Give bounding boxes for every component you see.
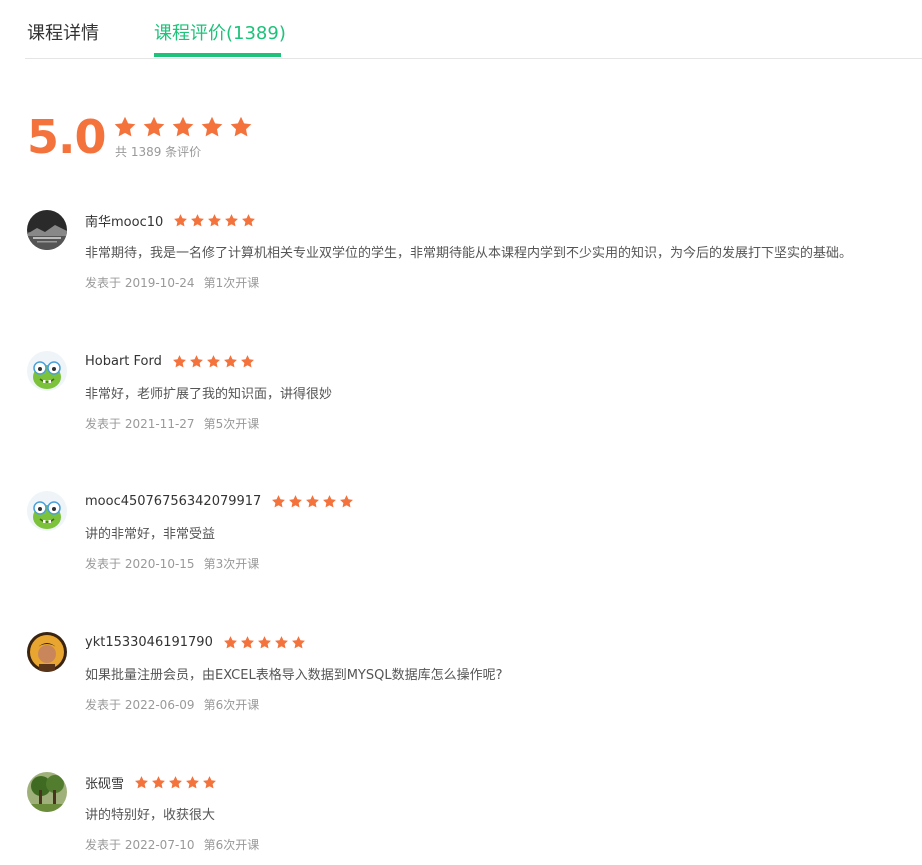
star-icon [339, 494, 354, 509]
star-icon [190, 213, 205, 228]
star-icon [185, 775, 200, 790]
star-icon [168, 775, 183, 790]
star-icon [151, 775, 166, 790]
star-icon [274, 635, 289, 650]
review-item: Hobart Ford 非常好，老师扩展了我的知识面，讲得很妙 发表于 2021… [27, 351, 922, 451]
review-meta: 发表于 2021-11-27 第5次开课 [85, 415, 259, 432]
review-date: 发表于 2022-06-09 [85, 698, 195, 712]
star-icon [134, 775, 149, 790]
review-star-rating [271, 494, 354, 509]
star-icon [207, 213, 222, 228]
star-icon [271, 494, 286, 509]
star-icon [142, 115, 166, 139]
course-tabs: 课程详情 课程评价(1389) [25, 0, 922, 59]
review-star-rating [172, 354, 255, 369]
review-date: 发表于 2019-10-24 [85, 276, 195, 290]
review-content: 讲的特别好，收获很大 [85, 808, 216, 823]
star-icon [172, 354, 187, 369]
star-icon [223, 354, 238, 369]
star-icon [113, 115, 137, 139]
star-icon [288, 494, 303, 509]
review-session: 第1次开课 [203, 276, 260, 290]
active-tab-indicator [154, 53, 281, 57]
star-icon [202, 775, 217, 790]
review-item: mooc45076756342079917 讲的非常好，非常受益 发表于 202… [27, 491, 922, 591]
dark-landscape-avatar [27, 210, 67, 250]
avatar[interactable] [27, 351, 67, 391]
review-username[interactable]: 张砚雪 [85, 773, 124, 792]
avatar[interactable] [27, 210, 67, 250]
review-date: 发表于 2022-07-10 [85, 838, 195, 852]
star-icon [240, 354, 255, 369]
review-content: 讲的非常好，非常受益 [85, 527, 216, 542]
review-session: 第6次开课 [203, 698, 260, 712]
review-username[interactable]: Hobart Ford [85, 354, 162, 369]
review-username[interactable]: mooc45076756342079917 [85, 494, 261, 509]
star-icon [224, 213, 239, 228]
tab-course-reviews[interactable]: 课程评价(1389) [154, 20, 286, 48]
avatar[interactable] [27, 491, 67, 531]
star-icon [189, 354, 204, 369]
review-session: 第3次开课 [203, 557, 260, 571]
star-icon [206, 354, 221, 369]
star-icon [291, 635, 306, 650]
summary-star-rating [113, 115, 253, 139]
star-icon [171, 115, 195, 139]
tab-course-details[interactable]: 课程详情 [27, 20, 99, 48]
review-content: 如果批量注册会员，由EXCEL表格导入数据到MYSQL数据库怎么操作呢? [85, 668, 503, 683]
review-star-rating [223, 635, 306, 650]
avatar[interactable] [27, 772, 67, 812]
star-icon [241, 213, 256, 228]
average-score: 5.0 [27, 110, 106, 164]
star-icon [257, 635, 272, 650]
review-star-rating [173, 213, 256, 228]
star-icon [229, 115, 253, 139]
review-content: 非常好，老师扩展了我的知识面，讲得很妙 [85, 387, 333, 402]
review-item: ykt1533046191790 如果批量注册会员，由EXCEL表格导入数据到M… [27, 632, 922, 732]
review-star-rating [134, 775, 217, 790]
review-item: 南华mooc10 非常期待，我是一名修了计算机相关专业双学位的学生，非常期待能从… [27, 210, 922, 310]
review-date: 发表于 2020-10-15 [85, 557, 195, 571]
star-icon [240, 635, 255, 650]
tree-photo-avatar [27, 772, 67, 812]
review-content: 非常期待，我是一名修了计算机相关专业双学位的学生，非常期待能从本课程内学到不少实… [85, 246, 853, 261]
person-photo-avatar [27, 632, 67, 672]
star-icon [200, 115, 224, 139]
review-meta: 发表于 2020-10-15 第3次开课 [85, 555, 259, 572]
review-username[interactable]: 南华mooc10 [85, 211, 163, 230]
review-date: 发表于 2021-11-27 [85, 417, 195, 431]
review-session: 第6次开课 [203, 838, 260, 852]
star-icon [173, 213, 188, 228]
review-meta: 发表于 2022-06-09 第6次开课 [85, 696, 259, 713]
review-count: 共 1389 条评价 [115, 145, 202, 159]
review-username[interactable]: ykt1533046191790 [85, 635, 213, 650]
avatar[interactable] [27, 632, 67, 672]
star-icon [322, 494, 337, 509]
review-meta: 发表于 2019-10-24 第1次开课 [85, 274, 259, 291]
review-item: 张砚雪 讲的特别好，收获很大 发表于 2022-07-10 第6次开课 [27, 772, 922, 865]
review-session: 第5次开课 [203, 417, 260, 431]
green-monster-avatar [27, 351, 67, 391]
star-icon [305, 494, 320, 509]
review-meta: 发表于 2022-07-10 第6次开课 [85, 836, 259, 853]
green-monster-avatar [27, 491, 67, 531]
star-icon [223, 635, 238, 650]
